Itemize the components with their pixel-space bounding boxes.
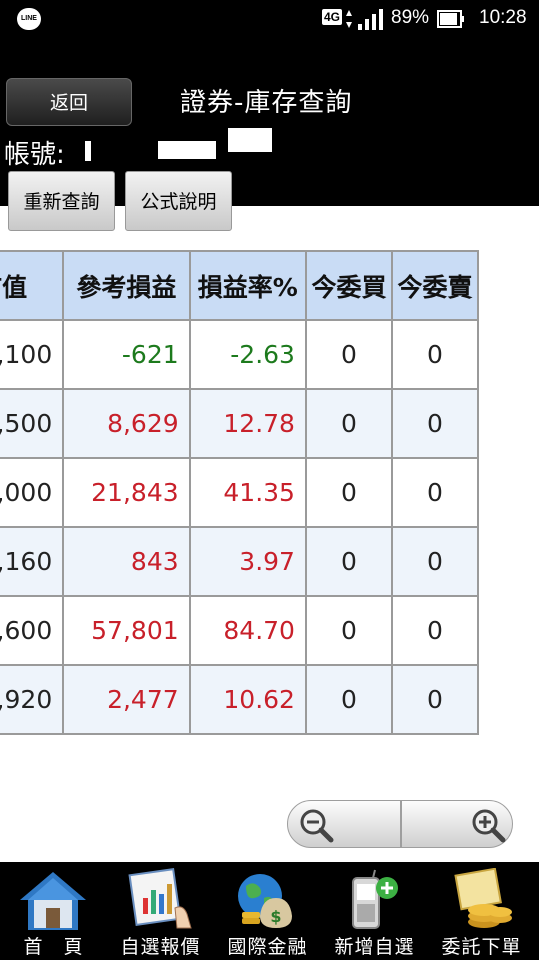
market-value-cell: 5,000 [0, 457, 65, 528]
nav-label: 國際金融 [227, 936, 308, 958]
today-sell-cell: 0 [390, 664, 480, 735]
nav-label: 自選報價 [120, 936, 201, 958]
bottom-nav: 首 頁 自選報價 $ 國際金融 新增自選 委託下單 [0, 862, 539, 960]
nav-item-watchlist-quote[interactable]: 自選報價 [107, 862, 214, 960]
market-value-cell: 5,500 [0, 388, 65, 459]
today-sell-cell: 0 [390, 388, 480, 459]
pnl-rate-cell: 12.78 [188, 388, 307, 459]
today-sell-cell: 0 [390, 457, 480, 528]
column-header-today-buy[interactable]: 今委買 [304, 250, 393, 321]
home-icon [20, 872, 86, 930]
table-row[interactable]: 5,500 8,629 12.78 0 0 [0, 388, 480, 459]
pnl-rate-cell: -2.63 [188, 319, 307, 390]
nav-item-add-watchlist[interactable]: 新增自選 [321, 862, 428, 960]
inventory-table-viewport[interactable]: 市值 參考損益 損益率% 今委買 今委賣 3,100 -621 -2.63 0 … [0, 250, 539, 736]
network-type-badge: 4G [322, 9, 343, 25]
nav-item-home[interactable]: 首 頁 [0, 862, 107, 960]
today-buy-cell: 0 [304, 595, 393, 666]
pnl-cell: 2,477 [62, 664, 191, 735]
today-sell-cell: 0 [390, 319, 480, 390]
signal-icon [358, 9, 383, 30]
pnl-cell: -621 [62, 319, 191, 390]
nav-item-place-order[interactable]: 委託下單 [428, 862, 535, 960]
today-sell-cell: 0 [390, 595, 480, 666]
pnl-rate-cell: 3.97 [188, 526, 307, 597]
nav-label: 首 頁 [23, 936, 84, 958]
nav-item-international-finance[interactable]: $ 國際金融 [214, 862, 321, 960]
account-redaction [228, 128, 272, 152]
table-row[interactable]: 5,920 2,477 10.62 0 0 [0, 664, 480, 735]
zoom-controls [287, 800, 513, 848]
inventory-table: 市值 參考損益 損益率% 今委買 今委賣 3,100 -621 -2.63 0 … [0, 250, 480, 735]
battery-percent: 89% [391, 7, 430, 28]
column-header-today-sell[interactable]: 今委賣 [390, 250, 480, 321]
market-value-cell: 2,160 [0, 526, 65, 597]
coins-order-icon [454, 868, 512, 928]
pnl-cell: 57,801 [62, 595, 191, 666]
account-label: 帳號: [4, 140, 65, 170]
table-header-row: 市值 參考損益 損益率% 今委買 今委賣 [0, 250, 480, 321]
nav-label: 委託下單 [441, 936, 522, 958]
table-row[interactable]: 5,600 57,801 84.70 0 0 [0, 595, 480, 666]
back-button[interactable]: 返回 [6, 78, 132, 126]
table-row[interactable]: 5,000 21,843 41.35 0 0 [0, 457, 480, 528]
table-row[interactable]: 3,100 -621 -2.63 0 0 [0, 319, 480, 390]
market-value-cell: 3,100 [0, 319, 65, 390]
status-bar: LINE 4G 89% 10:28 [0, 0, 539, 38]
svg-text:$: $ [270, 907, 281, 926]
phone-add-icon [352, 869, 398, 929]
chart-quote-icon [128, 868, 192, 929]
line-app-icon: LINE [17, 8, 41, 30]
zoom-divider [400, 801, 402, 847]
pnl-cell: 21,843 [62, 457, 191, 528]
battery-icon [437, 10, 464, 28]
pnl-rate-cell: 10.62 [188, 664, 307, 735]
pnl-cell: 8,629 [62, 388, 191, 459]
pnl-rate-cell: 41.35 [188, 457, 307, 528]
column-header-pnl-rate[interactable]: 損益率% [188, 250, 307, 321]
today-buy-cell: 0 [304, 457, 393, 528]
zoom-out-icon[interactable] [296, 805, 336, 845]
nav-label: 新增自選 [334, 936, 415, 958]
market-value-cell: 5,600 [0, 595, 65, 666]
column-header-market-value[interactable]: 市值 [0, 250, 65, 321]
data-arrows-icon [346, 10, 352, 28]
today-buy-cell: 0 [304, 664, 393, 735]
today-sell-cell: 0 [390, 526, 480, 597]
market-value-cell: 5,920 [0, 664, 65, 735]
formula-help-button[interactable]: 公式說明 [125, 171, 232, 231]
today-buy-cell: 0 [304, 526, 393, 597]
today-buy-cell: 0 [304, 388, 393, 459]
pnl-rate-cell: 84.70 [188, 595, 307, 666]
status-clock: 10:28 [479, 7, 527, 28]
account-redaction [85, 141, 91, 161]
requery-button[interactable]: 重新查詢 [8, 171, 115, 231]
table-row[interactable]: 2,160 843 3.97 0 0 [0, 526, 480, 597]
pnl-cell: 843 [62, 526, 191, 597]
today-buy-cell: 0 [304, 319, 393, 390]
account-redaction [158, 141, 216, 159]
page-title: 證券-庫存查詢 [180, 88, 353, 118]
zoom-in-icon[interactable] [468, 805, 508, 845]
globe-money-icon: $ [238, 874, 292, 928]
column-header-pnl[interactable]: 參考損益 [62, 250, 191, 321]
app-header: 返回 證券-庫存查詢 帳號: 重新查詢 公式說明 [0, 38, 539, 231]
